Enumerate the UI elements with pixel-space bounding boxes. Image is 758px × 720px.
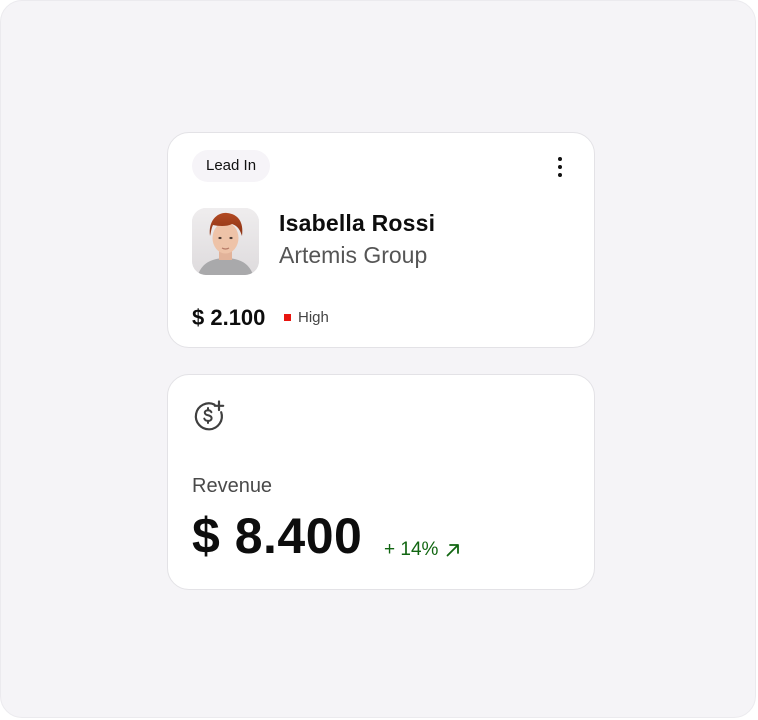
background-panel: Lead In Isabella Rossi Artemis Group $ 2…	[0, 0, 756, 718]
dollar-plus-icon	[194, 400, 225, 431]
revenue-change-value: + 14%	[384, 539, 439, 560]
priority-marker-icon	[284, 314, 291, 321]
contact-name: Isabella Rossi	[279, 210, 436, 236]
avatar	[192, 208, 259, 275]
stage-badge: Lead In	[192, 150, 271, 182]
revenue-change: + 14%	[384, 539, 462, 561]
more-vertical-icon-dot	[558, 173, 562, 177]
company-name: Artemis Group	[279, 242, 428, 268]
more-vertical-icon-dot	[558, 165, 562, 169]
priority-indicator: High	[284, 309, 329, 326]
revenue-card[interactable]: Revenue $ 8.400 + 14%	[167, 374, 595, 590]
arrow-up-right-icon	[447, 544, 460, 557]
revenue-value: $ 8.400	[192, 508, 363, 564]
revenue-label: Revenue	[192, 475, 273, 497]
more-vertical-icon	[558, 157, 562, 161]
deal-amount: $ 2.100	[192, 305, 266, 330]
lead-card[interactable]: Lead In Isabella Rossi Artemis Group $ 2…	[167, 132, 595, 348]
more-options-button[interactable]	[548, 153, 572, 181]
avatar-portrait	[192, 208, 259, 275]
priority-label: High	[298, 309, 329, 326]
